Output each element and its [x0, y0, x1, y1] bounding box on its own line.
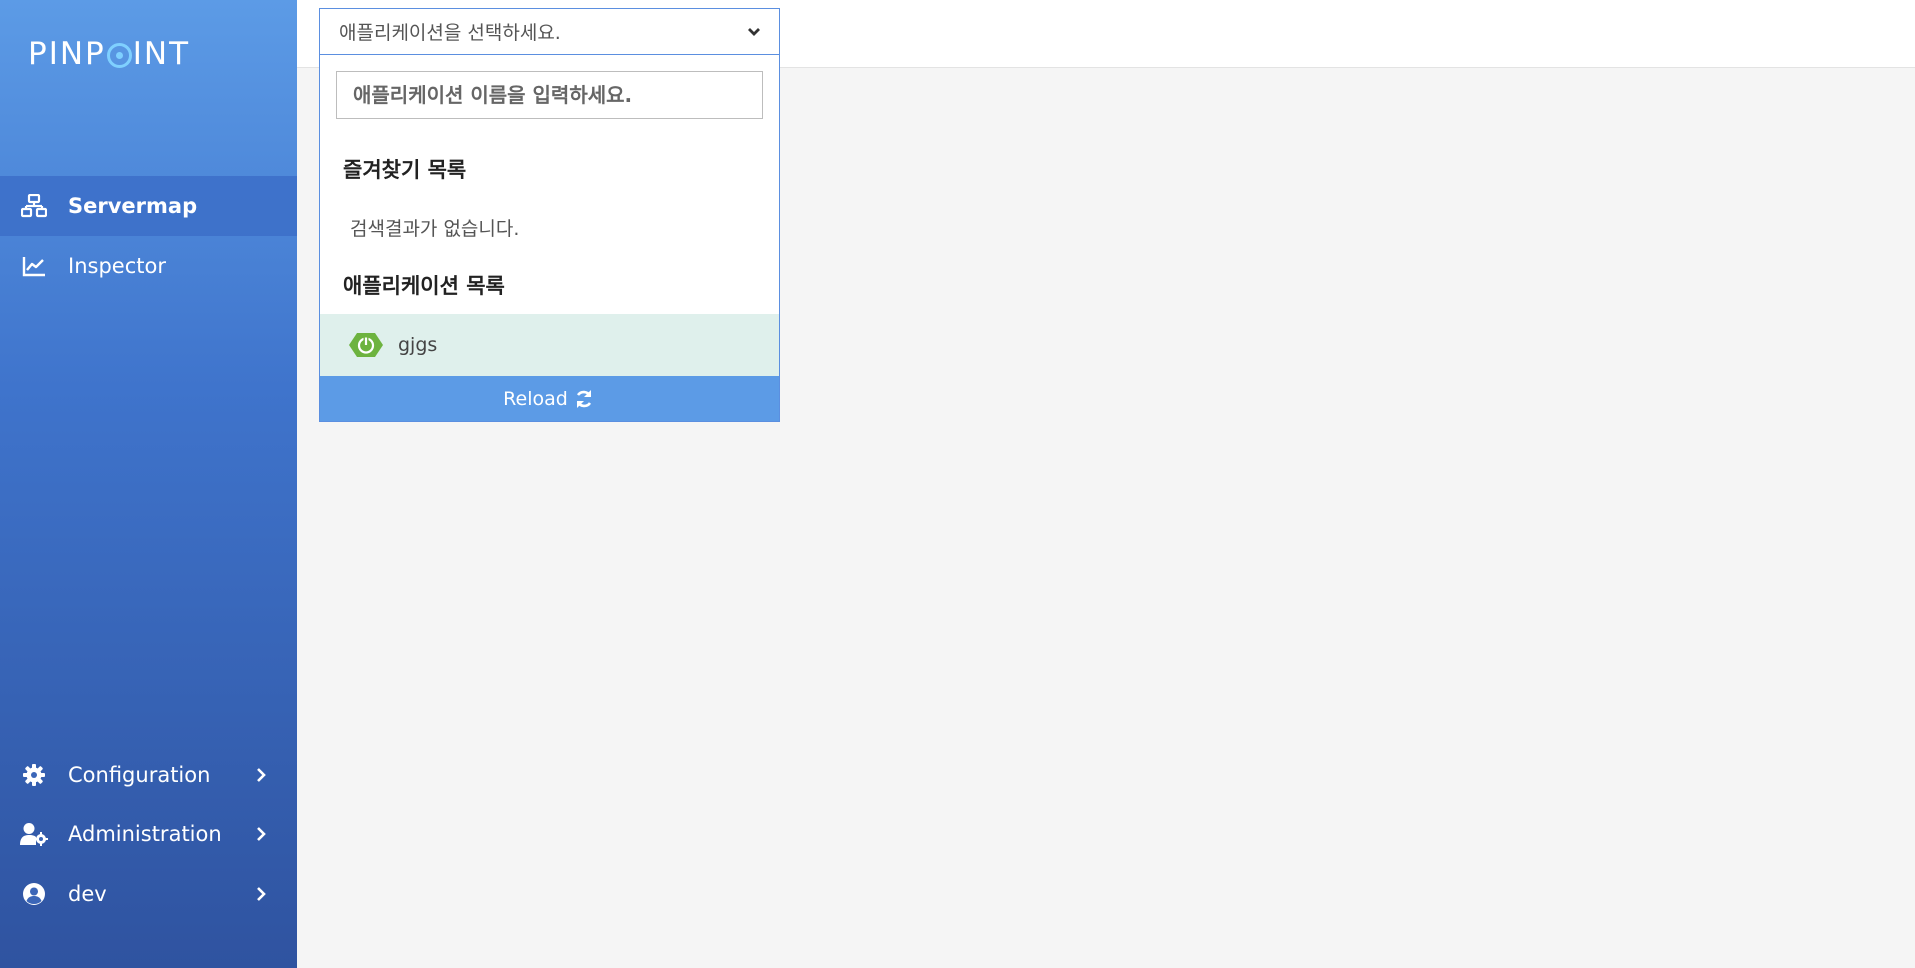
applications-title: 애플리케이션 목록 [343, 274, 505, 298]
user-gear-icon [20, 820, 48, 848]
application-list-item[interactable]: gjgs [320, 314, 779, 376]
chevron-right-icon [249, 763, 273, 787]
sidebar-item-label: Administration [68, 822, 222, 846]
logo-text-suffix: INT [132, 36, 191, 72]
sidebar-item-label: Configuration [68, 763, 211, 787]
pinpoint-logo[interactable]: PINP INT [28, 34, 190, 74]
logo-text-prefix: PINP [28, 36, 106, 72]
logo-target-icon [106, 42, 132, 68]
spring-boot-icon [348, 332, 384, 358]
favorites-title: 즐겨찾기 목록 [343, 158, 467, 182]
application-dropdown: 즐겨찾기 목록 검색결과가 없습니다. 애플리케이션 목록 gjgs Reloa… [319, 55, 780, 422]
sidebar-item-administration[interactable]: Administration [0, 804, 297, 864]
sidebar-item-label: dev [68, 882, 107, 906]
servermap-icon [20, 192, 48, 220]
refresh-icon [574, 388, 596, 410]
gear-icon [20, 761, 48, 789]
user-circle-icon [20, 880, 48, 908]
chevron-down-icon [745, 23, 763, 41]
sidebar-item-servermap[interactable]: Servermap [0, 176, 297, 236]
chevron-right-icon [249, 822, 273, 846]
sidebar: PINP INT Servermap Inspector Configurati… [0, 0, 297, 968]
sidebar-item-configuration[interactable]: Configuration [0, 745, 297, 805]
reload-label: Reload [503, 387, 568, 410]
app-root: PINP INT Servermap Inspector Configurati… [0, 0, 1915, 968]
application-select[interactable]: 애플리케이션을 선택하세요. [319, 8, 780, 55]
sidebar-item-label: Inspector [68, 254, 166, 278]
favorites-empty-text: 검색결과가 없습니다. [350, 218, 520, 240]
sidebar-item-label: Servermap [68, 194, 198, 218]
application-name: gjgs [398, 334, 438, 356]
application-search-input[interactable] [336, 71, 763, 119]
application-select-placeholder: 애플리케이션을 선택하세요. [339, 22, 561, 44]
sidebar-item-inspector[interactable]: Inspector [0, 236, 297, 296]
chevron-right-icon [249, 882, 273, 906]
chart-line-icon [20, 252, 48, 280]
reload-button[interactable]: Reload [320, 376, 779, 421]
sidebar-item-dev[interactable]: dev [0, 864, 297, 924]
